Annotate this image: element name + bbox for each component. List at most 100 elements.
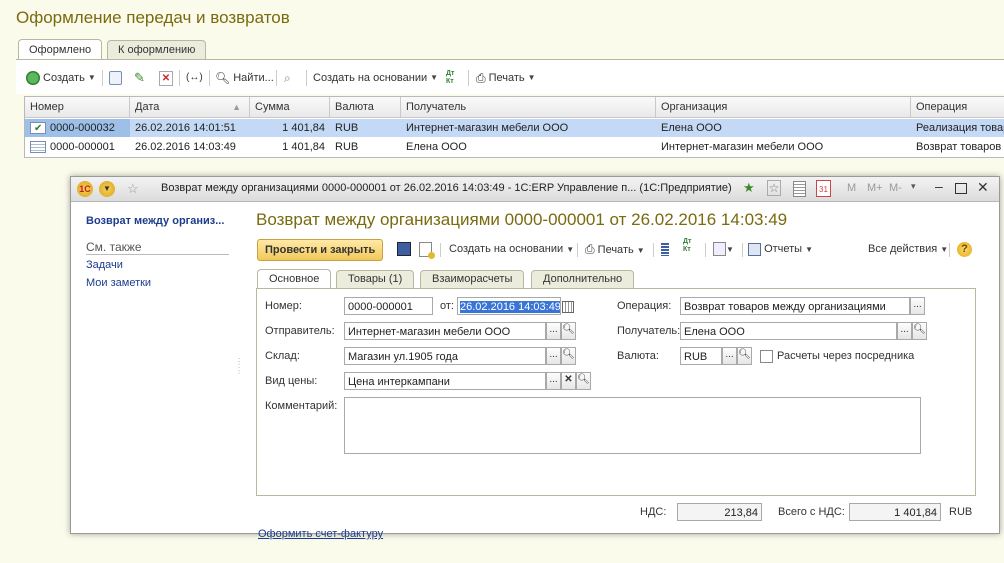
- table-row[interactable]: ✔ 0000-000032 26.02.2016 14:01:51 1 401,8…: [25, 119, 1004, 137]
- price-type-choose-button[interactable]: ...: [546, 372, 561, 390]
- create-based-on-label: Создать на основании: [449, 243, 564, 255]
- document-window: 1C ▼ ☆ Возврат между организациями 0000-…: [70, 176, 1000, 540]
- total-with-vat-field: 1 401,84: [849, 503, 941, 521]
- recipient-open-button[interactable]: 🔍︎: [912, 322, 927, 340]
- posted-document-icon: ✔: [30, 122, 46, 135]
- help-icon[interactable]: ?: [957, 242, 972, 257]
- dtkt-button[interactable]: Дт Кт: [683, 238, 699, 258]
- task-button[interactable]: ▼: [713, 239, 734, 259]
- dtkt-icon: Дт Кт: [446, 70, 455, 85]
- operation-field[interactable]: Возврат товаров между организациями: [680, 297, 910, 315]
- print-button-label: Печать: [488, 72, 525, 84]
- minimize-icon[interactable]: –: [935, 178, 943, 194]
- warehouse-field[interactable]: Магазин ул.1905 года: [344, 347, 546, 365]
- star-green-icon[interactable]: ★: [743, 180, 755, 196]
- print-button[interactable]: ⎙ Печать ▼: [476, 69, 536, 87]
- dropdown-arrow-icon: ▼: [430, 73, 439, 82]
- table-row[interactable]: 0000-000001 26.02.2016 14:03:49 1 401,84…: [25, 138, 1004, 156]
- sender-field[interactable]: Интернет-магазин мебели ООО: [344, 322, 546, 340]
- vat-field: 213,84: [677, 503, 762, 521]
- post-and-close-button[interactable]: Провести и закрыть: [257, 239, 384, 261]
- task-icon: [713, 242, 726, 257]
- post-button[interactable]: [419, 239, 435, 259]
- column-header-recipient[interactable]: Получатель: [401, 97, 656, 118]
- all-actions-button[interactable]: Все действия ▼: [868, 239, 948, 259]
- save-button[interactable]: [397, 239, 411, 259]
- dropdown-arrow-icon: ▼: [940, 245, 949, 254]
- currency-open-button[interactable]: 🔍︎: [737, 347, 752, 365]
- column-header-sum[interactable]: Сумма: [250, 97, 330, 118]
- toolbar-separator: [102, 70, 103, 86]
- currency-choose-button[interactable]: ...: [722, 347, 737, 365]
- bookmark-icon[interactable]: ☆: [767, 180, 781, 196]
- see-also-heading: См. также: [86, 240, 229, 255]
- memory-minus-button[interactable]: M-: [889, 182, 902, 194]
- documents-table: Номер Дата ▲ Сумма Валюта Получатель Орга…: [24, 96, 1004, 158]
- reports-button-label: Отчеты: [764, 243, 803, 255]
- list-toolbar: Создать ▼ ✎ ✕ (↔) 🔍︎ Найти... ⌕ Создать …: [16, 60, 1004, 94]
- memory-plus-button[interactable]: M+: [867, 182, 883, 194]
- price-type-open-button[interactable]: 🔍︎: [576, 372, 591, 390]
- memory-button[interactable]: M: [847, 182, 856, 194]
- close-icon[interactable]: ✕: [977, 179, 989, 196]
- tab-to-issue[interactable]: К оформлению: [107, 40, 207, 60]
- structure-button[interactable]: [661, 239, 669, 259]
- copy-button[interactable]: [109, 69, 122, 87]
- price-type-clear-button[interactable]: ✕: [561, 372, 576, 390]
- column-header-organization[interactable]: Организация: [656, 97, 911, 118]
- sidebar: Возврат между организ... См. также Задач…: [71, 202, 243, 533]
- column-header-date[interactable]: Дата ▲: [130, 97, 250, 118]
- document-form: Возврат между организациями 0000-000001 …: [237, 202, 999, 540]
- sender-choose-button[interactable]: ...: [546, 322, 561, 340]
- sidebar-item-tasks[interactable]: Задачи: [86, 259, 123, 271]
- tab-main[interactable]: Основное: [257, 269, 332, 289]
- warehouse-open-button[interactable]: 🔍︎: [561, 347, 576, 365]
- create-based-on-button[interactable]: Создать на основании ▼: [313, 69, 438, 87]
- warehouse-choose-button[interactable]: ...: [546, 347, 561, 365]
- sidebar-current-item[interactable]: Возврат между организ...: [86, 215, 224, 227]
- create-button[interactable]: Создать ▼: [26, 69, 96, 87]
- find-button[interactable]: 🔍︎ Найти...: [215, 69, 274, 87]
- cancel-search-button[interactable]: ⌕: [284, 69, 291, 87]
- calendar-icon[interactable]: [562, 301, 574, 313]
- tab-additional[interactable]: Дополнительно: [531, 270, 635, 288]
- intermediary-checkbox[interactable]: [760, 350, 773, 363]
- column-header-operation[interactable]: Операция: [911, 97, 1004, 118]
- cell-organization: Елена ООО: [661, 122, 722, 134]
- cell-currency: RUB: [335, 122, 359, 134]
- recipient-choose-button[interactable]: ...: [897, 322, 912, 340]
- create-based-on-button[interactable]: Создать на основании ▼: [449, 239, 574, 259]
- reports-button[interactable]: Отчеты ▼: [748, 239, 813, 259]
- favorite-star-icon[interactable]: ☆: [127, 181, 139, 197]
- delete-button[interactable]: ✕: [159, 69, 173, 87]
- date-field[interactable]: 26.02.2016 14:03:49: [457, 297, 561, 315]
- number-field[interactable]: 0000-000001: [344, 297, 433, 315]
- tab-panel-main: Номер: 0000-000001 от: 26.02.2016 14:03:…: [256, 288, 976, 496]
- recipient-field[interactable]: Елена ООО: [680, 322, 897, 340]
- print-button[interactable]: ⎙ Печать ▼: [585, 239, 645, 259]
- toolbar-separator: [276, 70, 277, 86]
- create-invoice-link[interactable]: Оформить счет-фактуру: [258, 528, 383, 540]
- operation-choose-button[interactable]: ...: [910, 297, 925, 315]
- tab-issued[interactable]: Оформлено: [18, 39, 103, 61]
- toolbar-separator: [306, 70, 307, 86]
- dtkt-button[interactable]: Дт Кт: [446, 69, 462, 87]
- tab-goods[interactable]: Товары (1): [336, 270, 415, 288]
- column-header-number[interactable]: Номер: [25, 97, 130, 118]
- sidebar-item-notes[interactable]: Мои заметки: [86, 277, 151, 289]
- currency-field[interactable]: RUB: [680, 347, 722, 365]
- comment-field[interactable]: [344, 397, 921, 454]
- chevron-down-icon[interactable]: ▾: [911, 181, 916, 192]
- calendar-icon[interactable]: 31: [816, 180, 831, 197]
- edit-button[interactable]: ✎: [134, 69, 145, 87]
- warehouse-label: Склад:: [265, 350, 300, 362]
- calculator-icon[interactable]: [793, 181, 806, 197]
- maximize-icon[interactable]: [955, 183, 967, 194]
- price-type-label: Вид цены:: [265, 375, 318, 387]
- tab-settlements[interactable]: Взаиморасчеты: [420, 270, 525, 288]
- menu-circle-icon[interactable]: ▼: [99, 181, 115, 197]
- price-type-field[interactable]: Цена интеркампани: [344, 372, 546, 390]
- sender-open-button[interactable]: 🔍︎: [561, 322, 576, 340]
- refresh-button[interactable]: (↔): [186, 69, 203, 87]
- column-header-currency[interactable]: Валюта: [330, 97, 401, 118]
